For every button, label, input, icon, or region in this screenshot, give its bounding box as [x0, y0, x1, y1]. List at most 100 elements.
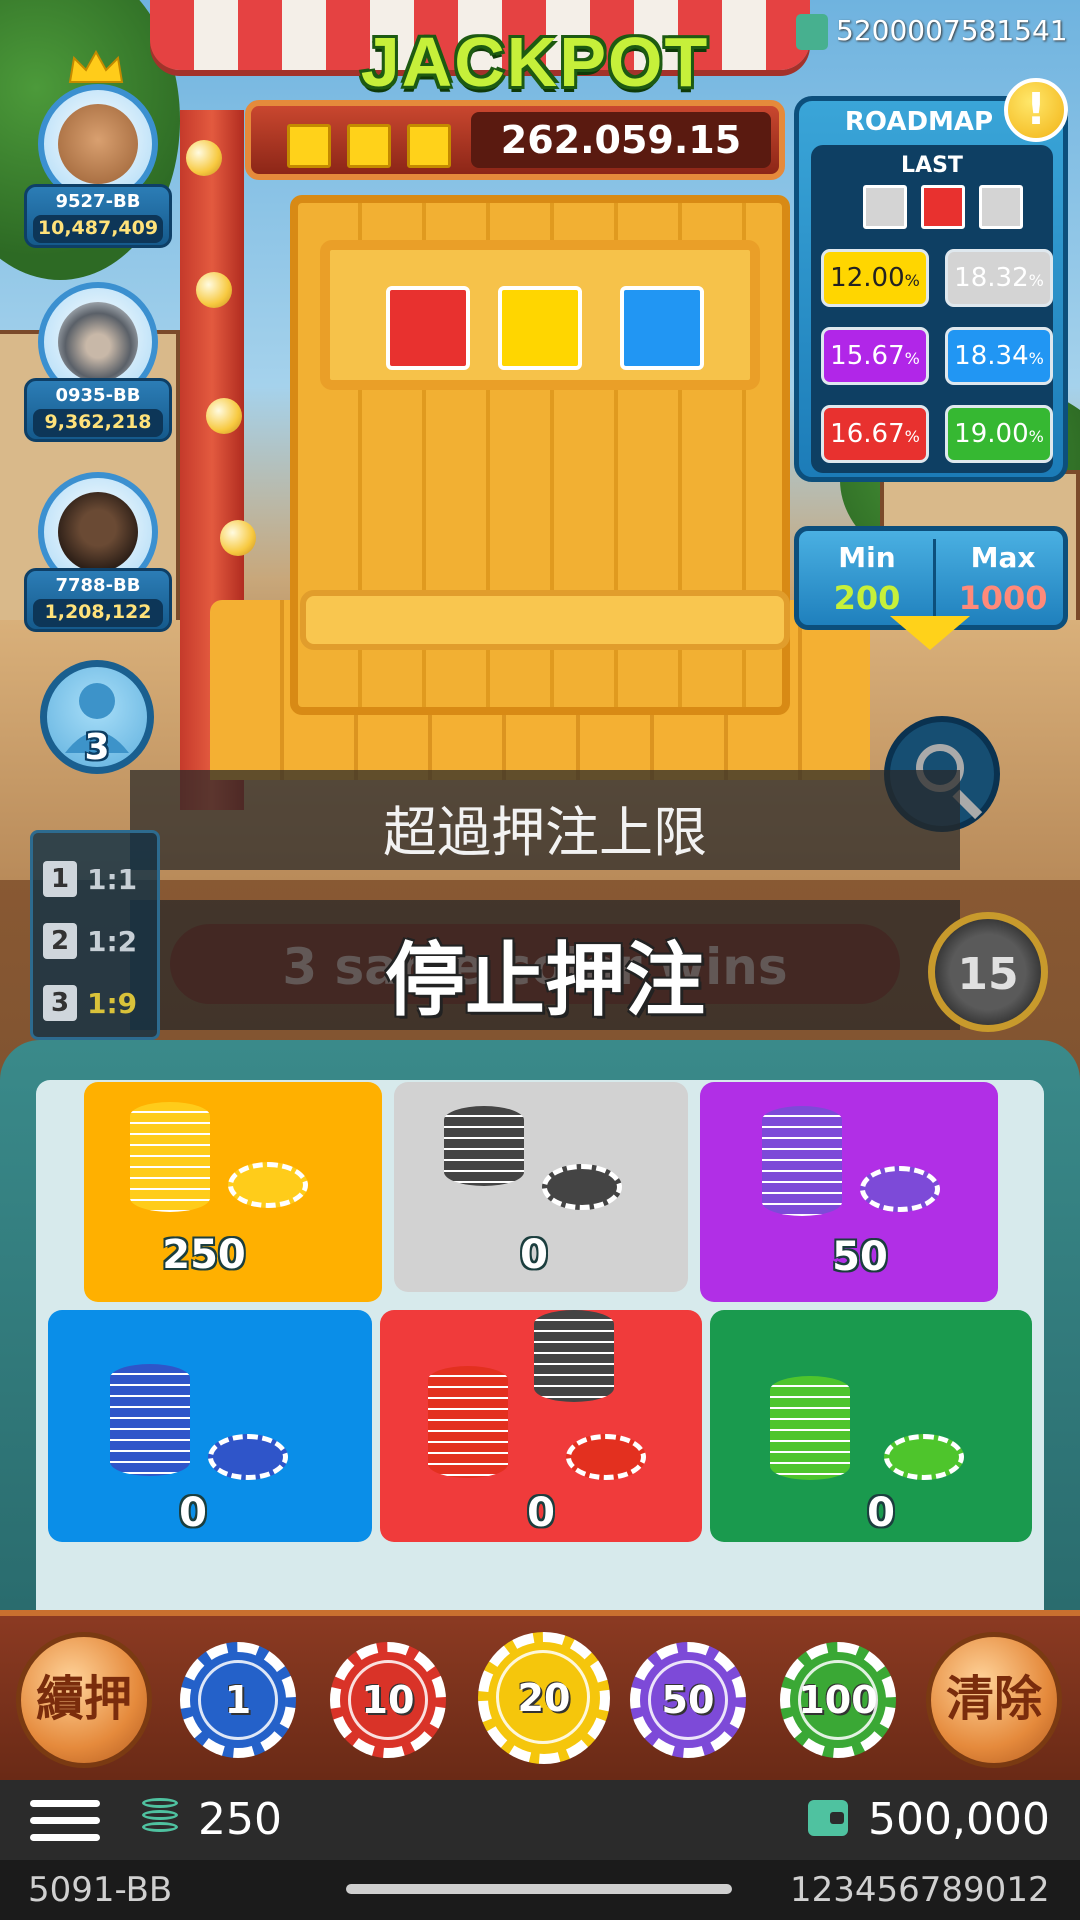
max-value: 1000 — [958, 579, 1048, 617]
stop-betting-text: 停止押注 — [385, 934, 705, 1027]
bet-limits: Min 200 Max 1000 — [794, 526, 1068, 630]
last-result-3 — [979, 185, 1023, 229]
rebet-button[interactable]: 續押 — [16, 1632, 152, 1768]
percentage-yellow: 12.00% — [821, 249, 929, 307]
coins-icon — [142, 1798, 178, 1842]
bet-area-blue[interactable]: 0 — [48, 1310, 372, 1542]
odds-count: 3 — [43, 985, 77, 1021]
light-bulb — [206, 398, 242, 434]
other-players-button[interactable]: 3 — [40, 660, 154, 774]
percentage-blue: 18.34% — [945, 327, 1053, 385]
timer-seconds: 15 — [957, 949, 1019, 1000]
percentage-red: 16.67% — [821, 405, 929, 463]
player-score: 9,362,218 — [44, 411, 152, 433]
percentage-green: 19.00% — [945, 405, 1053, 463]
roadmap-panel[interactable]: ROADMAP LAST 12.00% 18.32% 15.67% 18.34%… — [794, 96, 1068, 482]
odds-ratio: 1:9 — [87, 987, 138, 1020]
last-result-2 — [921, 185, 965, 229]
chip-10[interactable]: 10 — [330, 1642, 446, 1758]
percentage-white: 18.32% — [945, 249, 1053, 307]
roadmap-alert-icon[interactable]: ! — [1004, 78, 1068, 142]
chip — [566, 1434, 646, 1480]
odds-count: 1 — [43, 861, 77, 897]
wallet-icon — [808, 1800, 848, 1836]
chip-bar: 續押 1 10 20 50 100 清除 — [0, 1610, 1080, 1780]
other-players-count: 3 — [84, 727, 110, 768]
chip-stack — [762, 1106, 842, 1216]
chip-50[interactable]: 50 — [630, 1642, 746, 1758]
bet-amount: 0 — [179, 1490, 207, 1536]
betting-board: 250 0 50 0 0 0 — [0, 1040, 1080, 1630]
player-score-box: 10,487,409 — [33, 215, 163, 243]
max-label: Max — [970, 541, 1036, 574]
menu-icon[interactable] — [30, 1800, 100, 1842]
player-name: 9527-BB — [55, 191, 141, 212]
bet-area-white[interactable]: 0 — [394, 1082, 688, 1292]
odds-ratio: 1:1 — [87, 863, 138, 896]
chip-stack — [444, 1106, 524, 1186]
light-bulb — [220, 520, 256, 556]
player-name: 0935-BB — [55, 385, 141, 406]
player-score: 10,487,409 — [37, 217, 159, 239]
jackpot-slot — [287, 124, 331, 168]
bet-amount: 250 — [162, 1232, 246, 1278]
odds-count: 2 — [43, 923, 77, 959]
footer-user: 5091-BB — [28, 1870, 173, 1910]
footer: 5091-BB 123456789012 — [0, 1860, 1080, 1920]
bet-area-yellow[interactable]: 250 — [84, 1082, 382, 1302]
status-bar: 250 500,000 — [0, 1780, 1080, 1860]
crate-ledge — [300, 590, 790, 650]
bet-amount: 0 — [520, 1232, 548, 1278]
player-3[interactable]: 7788-BB 1,208,122 — [24, 472, 172, 642]
chevron-down-icon[interactable] — [890, 616, 970, 650]
over-limit-banner: 超過押注上限 — [130, 770, 960, 870]
stop-betting-banner: 3 same color wins 停止押注 — [130, 900, 960, 1030]
player-score-box: 1,208,122 — [33, 599, 163, 627]
player-1[interactable]: 9527-BB 10,487,409 — [24, 50, 172, 254]
jackpot-slot — [347, 124, 391, 168]
over-limit-text: 超過押注上限 — [383, 801, 707, 864]
bet-area-red[interactable]: 0 — [380, 1310, 702, 1542]
jackpot-title: JACKPOT — [360, 23, 710, 101]
player-plate: 7788-BB 1,208,122 — [24, 568, 172, 632]
clear-button[interactable]: 清除 — [926, 1632, 1062, 1768]
odds-row: 1 1:1 — [43, 855, 163, 905]
odds-row: 3 1:9 — [43, 979, 163, 1029]
last-label: LAST — [901, 153, 963, 178]
jackpot-value-box: 262.059.15 — [471, 112, 771, 168]
home-indicator[interactable] — [346, 1884, 732, 1894]
chip — [542, 1164, 622, 1210]
bet-area-purple[interactable]: 50 — [700, 1082, 998, 1302]
chip-100[interactable]: 100 — [780, 1642, 896, 1758]
odds-ratio: 1:2 — [87, 925, 138, 958]
player-score-box: 9,362,218 — [33, 409, 163, 437]
chip-20[interactable]: 20 — [478, 1632, 610, 1764]
odds-row: 2 1:2 — [43, 917, 163, 967]
jackpot-slot — [407, 124, 451, 168]
min-label: Min — [838, 541, 896, 574]
min-value: 200 — [833, 579, 901, 617]
bet-amount: 50 — [832, 1234, 888, 1280]
chip — [860, 1166, 940, 1212]
chip-stack — [534, 1310, 614, 1402]
payout-odds-panel: 1 1:1 2 1:2 3 1:9 — [30, 830, 160, 1040]
bet-amount: 0 — [867, 1490, 895, 1536]
percentage-purple: 15.67% — [821, 327, 929, 385]
footer-number: 123456789012 — [790, 1870, 1050, 1910]
bet-amount: 0 — [527, 1490, 555, 1536]
bet-area-green[interactable]: 0 — [710, 1310, 1032, 1542]
chip-stack — [770, 1376, 850, 1480]
jackpot-value: 262.059.15 — [500, 118, 742, 162]
player-2[interactable]: 0935-BB 9,362,218 — [24, 282, 172, 452]
roadmap-title: ROADMAP — [844, 107, 994, 137]
chip-stack — [130, 1102, 210, 1212]
jackpot-bar: 262.059.15 — [245, 100, 785, 180]
last-result-1 — [863, 185, 907, 229]
roadmap-stats: LAST 12.00% 18.32% 15.67% 18.34% 16.67% … — [811, 145, 1053, 473]
light-bulb — [196, 272, 232, 308]
chip-1[interactable]: 1 — [180, 1642, 296, 1758]
dice-color-square-3 — [620, 286, 704, 370]
account-icon — [796, 14, 828, 50]
dice-color-square-1 — [386, 286, 470, 370]
dice-color-square-2 — [498, 286, 582, 370]
